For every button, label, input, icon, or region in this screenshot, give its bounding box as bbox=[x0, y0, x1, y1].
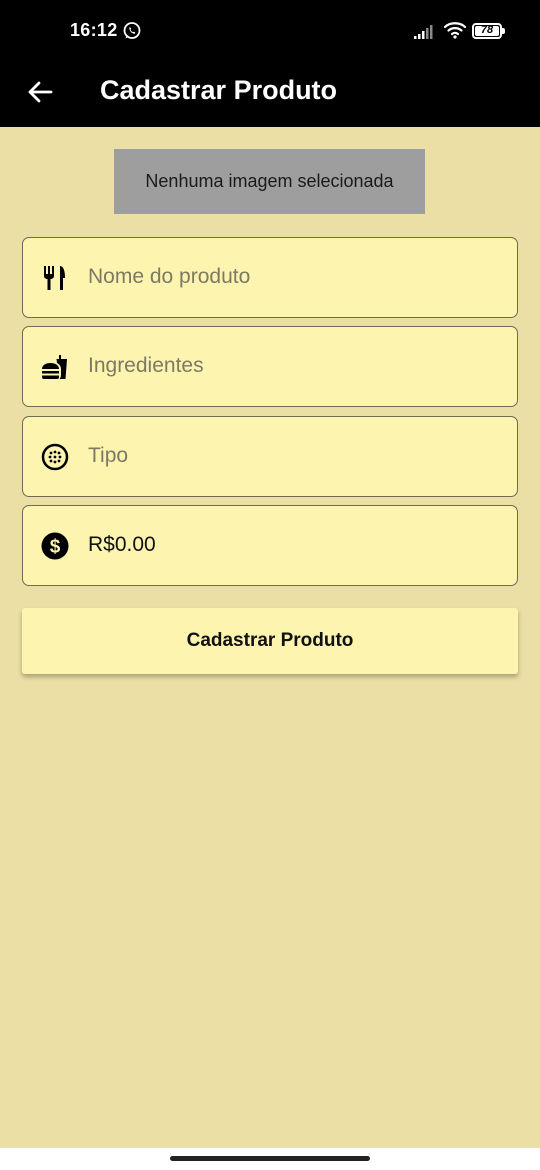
status-bar: 16:12 78 bbox=[0, 0, 540, 62]
price-field[interactable]: $ bbox=[22, 505, 518, 586]
dollar-icon: $ bbox=[40, 531, 70, 561]
product-name-field[interactable] bbox=[22, 237, 518, 318]
ingredients-input[interactable] bbox=[88, 327, 498, 405]
battery-percentage: 78 bbox=[480, 24, 494, 36]
wifi-icon bbox=[443, 20, 467, 40]
whatsapp-icon bbox=[122, 21, 142, 41]
home-indicator[interactable] bbox=[170, 1156, 370, 1161]
arrow-back-icon bbox=[27, 80, 53, 109]
image-picker[interactable]: Nenhuma imagem selecionada bbox=[114, 149, 425, 214]
app-bar: Cadastrar Produto bbox=[0, 62, 540, 127]
product-name-input[interactable] bbox=[88, 238, 498, 316]
ingredients-field[interactable] bbox=[22, 326, 518, 407]
restaurant-icon bbox=[40, 263, 70, 293]
battery-icon: 78 bbox=[472, 23, 505, 39]
svg-text:$: $ bbox=[50, 537, 61, 558]
image-picker-label: Nenhuma imagem selecionada bbox=[145, 171, 394, 191]
pizza-icon bbox=[40, 442, 70, 472]
price-input[interactable] bbox=[88, 506, 498, 584]
back-button[interactable] bbox=[16, 70, 64, 118]
signal-icon bbox=[413, 24, 437, 40]
submit-button[interactable]: Cadastrar Produto bbox=[22, 608, 518, 674]
status-time: 16:12 bbox=[70, 20, 118, 40]
page-title: Cadastrar Produto bbox=[100, 75, 338, 105]
navigation-bar bbox=[0, 1148, 540, 1170]
type-input[interactable] bbox=[88, 417, 498, 495]
type-field[interactable] bbox=[22, 416, 518, 497]
fastfood-icon bbox=[40, 352, 70, 382]
